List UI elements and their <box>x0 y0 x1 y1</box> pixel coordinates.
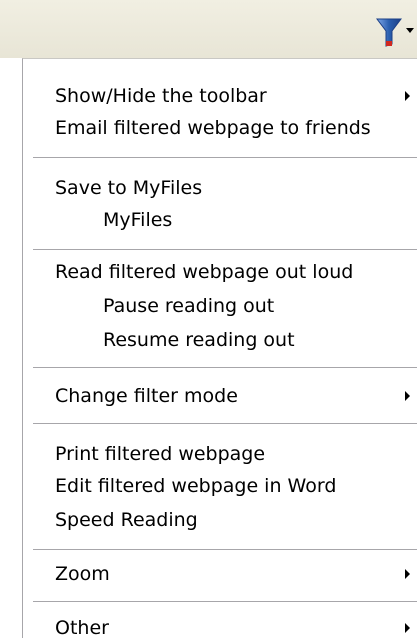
submenu-arrow-icon <box>405 91 410 101</box>
menu-item-print-filtered[interactable]: Print filtered webpage <box>23 438 416 470</box>
menu-separator <box>33 601 417 603</box>
submenu-arrow-icon <box>405 569 410 579</box>
menu-item-resume-reading[interactable]: Resume reading out <box>23 324 416 356</box>
menu-item-label: Read filtered webpage out loud <box>55 261 354 283</box>
menu-item-pause-reading[interactable]: Pause reading out <box>23 290 416 322</box>
submenu-arrow-icon <box>405 623 410 633</box>
menu-item-label: Change filter mode <box>55 385 238 407</box>
menu-item-label: Edit filtered webpage in Word <box>55 475 337 497</box>
menu-item-label: Speed Reading <box>55 509 198 531</box>
menu-item-label: Show/Hide the toolbar <box>55 85 267 107</box>
menu-item-save-to-myfiles[interactable]: Save to MyFiles <box>23 172 416 204</box>
menu-separator <box>33 367 417 369</box>
menu-separator <box>33 157 417 159</box>
menu-item-label: Email filtered webpage to friends <box>55 117 371 139</box>
menu-item-label: Print filtered webpage <box>55 443 266 465</box>
menu-item-label: Zoom <box>55 563 110 585</box>
dropdown-arrow-icon[interactable] <box>404 24 416 36</box>
funnel-icon <box>376 18 402 47</box>
menu-item-speed-reading[interactable]: Speed Reading <box>23 504 416 536</box>
menu-item-read-out-loud[interactable]: Read filtered webpage out loud <box>23 256 416 288</box>
menu-item-label: Pause reading out <box>103 295 275 317</box>
menu-item-label: Other <box>55 617 109 639</box>
menu-item-show-hide-toolbar[interactable]: Show/Hide the toolbar <box>23 80 416 112</box>
toolbar <box>0 0 417 58</box>
menu-item-label: Resume reading out <box>103 329 295 351</box>
menu-item-myfiles[interactable]: MyFiles <box>23 204 416 236</box>
menu-item-zoom[interactable]: Zoom <box>23 558 416 590</box>
menu-item-other[interactable]: Other <box>23 612 416 644</box>
menu-item-edit-in-word[interactable]: Edit filtered webpage in Word <box>23 470 416 502</box>
menu-separator <box>33 549 417 551</box>
menu-item-change-filter-mode[interactable]: Change filter mode <box>23 380 416 412</box>
menu-separator <box>33 249 417 251</box>
menu-item-email-filtered[interactable]: Email filtered webpage to friends <box>23 112 416 144</box>
dropdown-menu: Show/Hide the toolbar Email filtered web… <box>22 58 417 639</box>
menu-separator <box>33 423 417 425</box>
submenu-arrow-icon <box>405 391 410 401</box>
menu-item-label: MyFiles <box>103 209 173 231</box>
menu-item-label: Save to MyFiles <box>55 177 203 199</box>
